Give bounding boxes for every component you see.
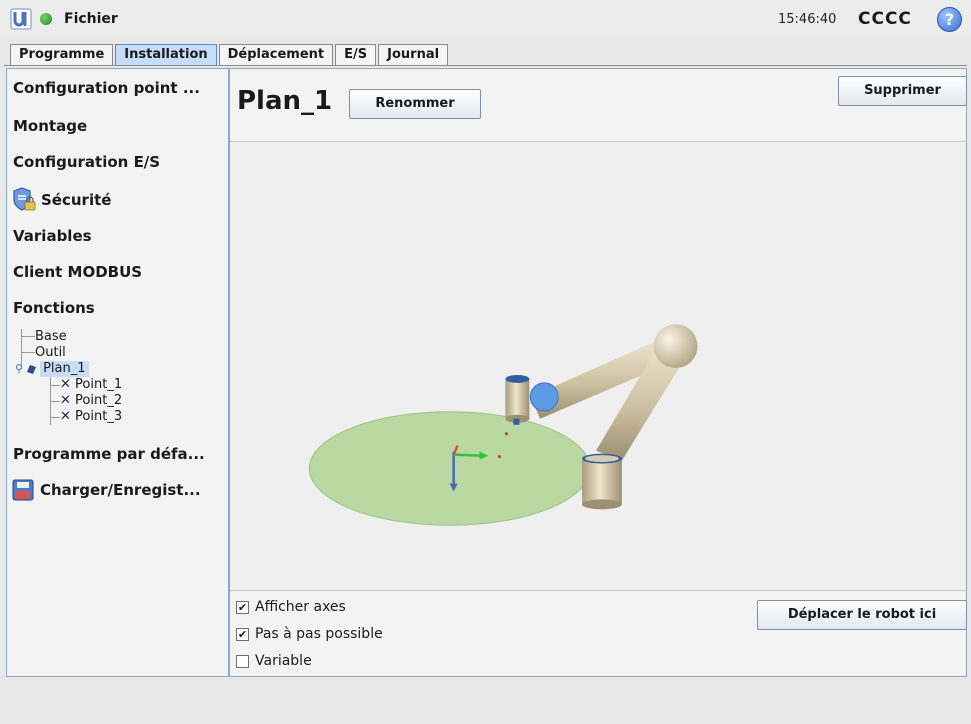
robot-status-icon — [40, 13, 52, 25]
robot-joint-cap — [529, 382, 559, 412]
show-axes-checkbox-row[interactable]: ✔ Afficher axes — [236, 599, 346, 615]
tree-item-point-2[interactable]: ✕ Point_2 — [60, 393, 122, 409]
tree-item-label: Point_2 — [75, 393, 123, 408]
checkbox-label: Pas à pas possible — [255, 626, 383, 642]
shield-lock-icon — [13, 187, 36, 211]
tree-connector — [50, 401, 60, 402]
ur-logo-icon — [10, 8, 32, 30]
sidebar-item-configuration-point[interactable]: Configuration point ... — [13, 79, 200, 97]
sidebar-item-label: Charger/Enregist... — [40, 481, 201, 499]
show-axes-checkbox[interactable]: ✔ — [236, 600, 249, 614]
robot-base — [582, 458, 622, 505]
page-title: Plan_1 — [237, 86, 333, 116]
robot-3d-viewport[interactable] — [230, 141, 966, 591]
feature-panel: Plan_1 Renommer Supprimer ✔ Afficher axe… — [229, 68, 967, 677]
tree-item-plan-1[interactable]: ⚲ Plan_1 — [15, 361, 89, 377]
tree-item-label: Plan_1 — [40, 361, 89, 377]
plane-icon — [27, 364, 37, 374]
jog-enabled-checkbox[interactable]: ✔ — [236, 627, 249, 641]
file-menu[interactable]: Fichier — [64, 11, 118, 27]
expand-toggle-icon[interactable]: ⚲ — [15, 361, 23, 377]
sidebar-item-securite[interactable]: Sécurité — [11, 187, 111, 213]
tree-item-point-3[interactable]: ✕ Point_3 — [60, 409, 122, 425]
robot-base-bottom — [582, 499, 622, 510]
floppy-disk-icon — [12, 479, 34, 501]
point-marker — [497, 455, 501, 459]
tab-bar: Programme Installation Déplacement E/S J… — [10, 44, 450, 66]
point-icon: ✕ — [60, 393, 71, 408]
sidebar-item-fonctions[interactable]: Fonctions — [13, 299, 95, 317]
robot-wrist-top — [505, 374, 530, 383]
checkbox-label: Variable — [255, 653, 312, 669]
robot-base-cap — [585, 455, 619, 463]
rename-button[interactable]: Renommer — [349, 89, 481, 119]
tree-connector — [21, 352, 35, 353]
checkbox-label: Afficher axes — [255, 599, 346, 615]
move-robot-here-button[interactable]: Déplacer le robot ici — [757, 600, 967, 630]
tab-deplacement[interactable]: Déplacement — [218, 44, 334, 66]
jog-enabled-checkbox-row[interactable]: ✔ Pas à pas possible — [236, 626, 383, 642]
installation-sidebar: Configuration point ... Montage Configur… — [6, 68, 229, 677]
tree-item-base[interactable]: Base — [35, 329, 67, 345]
top-bar: Fichier 15:46:40 CCCC ? — [0, 0, 971, 38]
tree-connector — [50, 417, 60, 418]
point-icon: ✕ — [60, 409, 71, 424]
tree-connector — [50, 385, 60, 386]
clock: 15:46:40 — [778, 12, 837, 27]
sidebar-item-programme-par-defaut[interactable]: Programme par défa... — [13, 445, 205, 463]
tab-es[interactable]: E/S — [335, 44, 377, 66]
tree-item-point-1[interactable]: ✕ Point_1 — [60, 377, 122, 393]
tab-journal[interactable]: Journal — [378, 44, 449, 66]
user-name[interactable]: CCCC — [858, 9, 912, 29]
point-marker — [504, 432, 508, 436]
sidebar-item-client-modbus[interactable]: Client MODBUS — [13, 263, 142, 281]
sidebar-item-configuration-es[interactable]: Configuration E/S — [13, 153, 160, 171]
point-icon: ✕ — [60, 377, 71, 392]
help-icon[interactable]: ? — [937, 7, 962, 32]
tree-item-label: Point_3 — [75, 409, 123, 424]
sidebar-item-label: Sécurité — [41, 191, 112, 209]
tab-installation[interactable]: Installation — [115, 44, 217, 66]
axis-x — [453, 453, 481, 457]
sidebar-item-variables[interactable]: Variables — [13, 227, 92, 245]
tree-item-label: Point_1 — [75, 377, 123, 392]
sidebar-item-montage[interactable]: Montage — [13, 117, 87, 135]
delete-button[interactable]: Supprimer — [838, 76, 967, 106]
tab-underline — [4, 65, 967, 66]
robot-tool-flange — [513, 418, 520, 425]
robot-wrist — [505, 378, 530, 419]
robot-elbow-joint — [653, 324, 698, 368]
tree-item-outil[interactable]: Outil — [35, 345, 66, 361]
sidebar-item-charger-enregistrer[interactable]: Charger/Enregist... — [12, 479, 201, 501]
variable-checkbox[interactable] — [236, 654, 249, 668]
plane-surface — [308, 411, 591, 526]
tree-connector — [21, 336, 35, 337]
variable-checkbox-row[interactable]: Variable — [236, 653, 312, 669]
tab-programme[interactable]: Programme — [10, 44, 114, 66]
